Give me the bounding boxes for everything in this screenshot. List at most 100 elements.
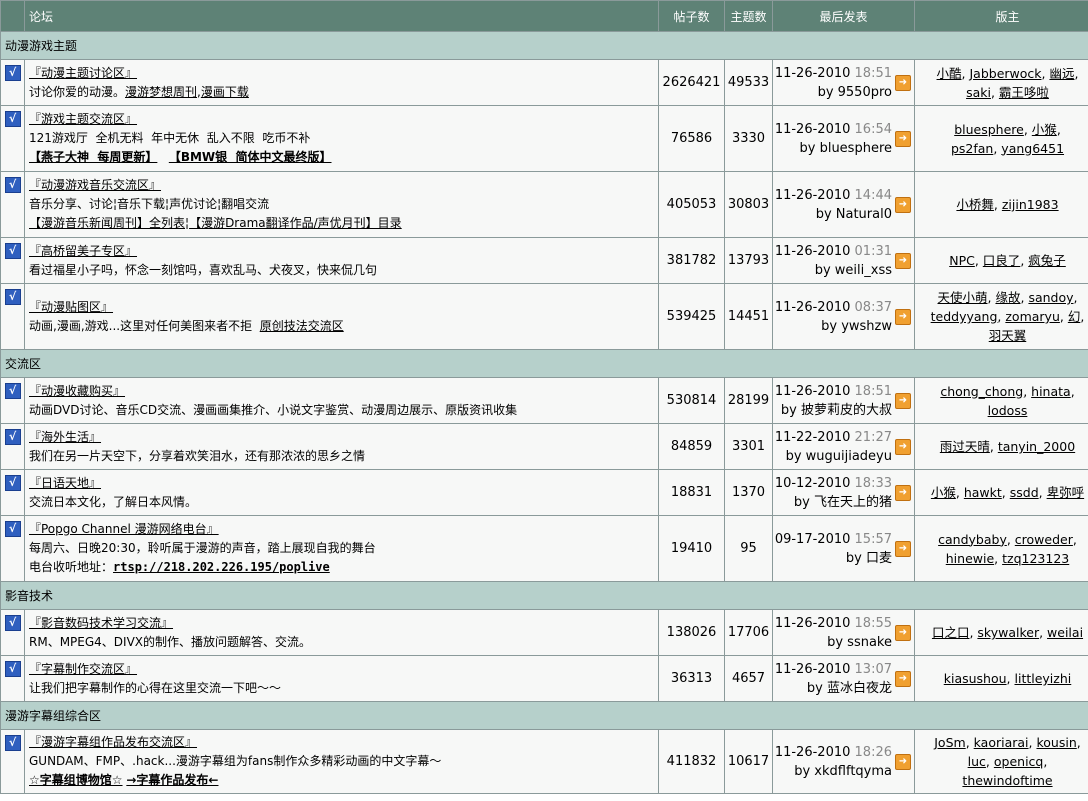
moderator-link[interactable]: 口之口: [932, 625, 970, 640]
moderator-link[interactable]: ssdd: [1010, 485, 1039, 500]
moderator-link[interactable]: littleyizhi: [1015, 671, 1072, 686]
go-to-last-post-icon[interactable]: ➜: [895, 484, 911, 501]
go-to-last-post-icon[interactable]: ➜: [895, 540, 911, 557]
forum-name-link[interactable]: 『海外生活』: [29, 430, 101, 444]
forum-name-link[interactable]: 『动漫游戏音乐交流区』: [29, 178, 161, 192]
moderator-link[interactable]: 疯兔子: [1028, 253, 1066, 268]
moderator-link[interactable]: bluesphere: [954, 122, 1024, 137]
moderator-link[interactable]: hawkt: [964, 485, 1002, 500]
forum-name-link[interactable]: 『Popgo Channel 漫游网络电台』: [29, 522, 219, 536]
moderator-link[interactable]: zomaryu: [1005, 309, 1060, 324]
go-to-last-post-icon[interactable]: ➜: [895, 392, 911, 409]
forum-name-link[interactable]: 『字幕制作交流区』: [29, 662, 137, 676]
forum-description-link[interactable]: 漫画下载: [201, 85, 249, 99]
post-count: 138026: [658, 609, 725, 656]
moderator-link[interactable]: thewindoftime: [962, 773, 1052, 788]
category-title[interactable]: 动漫游戏主题: [0, 31, 1088, 60]
moderator-link[interactable]: 卑弥呼: [1047, 485, 1085, 500]
forum-description-link[interactable]: 【漫游Drama翻译作品/声优月刊】目录: [189, 216, 402, 230]
forum-name-link[interactable]: 『日语天地』: [29, 476, 101, 490]
forum-name-link[interactable]: 『影音数码技术学习交流』: [29, 616, 173, 630]
moderator-link[interactable]: skywalker: [977, 625, 1039, 640]
moderator-link[interactable]: croweder: [1015, 532, 1073, 547]
forum-description-link[interactable]: ☆字幕组博物馆☆: [29, 773, 123, 787]
forum-name-link[interactable]: 『动漫主题讨论区』: [29, 66, 137, 80]
moderator-link[interactable]: saki: [966, 85, 991, 100]
forum-name-link[interactable]: 『漫游字幕组作品发布交流区』: [29, 735, 197, 749]
forum-name-line: 『高桥留美子专区』: [29, 242, 654, 261]
moderator-link[interactable]: lodoss: [988, 403, 1028, 418]
topic-count: 14451: [724, 283, 773, 350]
moderator-link[interactable]: sandoy: [1028, 290, 1073, 305]
go-to-last-post-icon[interactable]: ➜: [895, 74, 911, 91]
forum-name-link[interactable]: 『动漫贴图区』: [29, 300, 113, 314]
moderator-link[interactable]: hinewie: [946, 551, 994, 566]
moderator-line: bluesphere, 小猴,: [954, 121, 1061, 137]
go-to-last-post-icon[interactable]: ➜: [895, 130, 911, 147]
moderator-link[interactable]: 小猴: [1032, 122, 1057, 137]
moderator-link[interactable]: 口良了: [983, 253, 1021, 268]
forum-description-link[interactable]: 漫游梦想周刊: [125, 85, 197, 99]
last-post-date: 11-26-2010: [774, 299, 851, 315]
forum-description-link[interactable]: 【燕子大神 每周更新】: [29, 150, 157, 164]
moderator-link[interactable]: zijin1983: [1002, 197, 1059, 212]
forum-name-link[interactable]: 『高桥留美子专区』: [29, 244, 137, 258]
forum-description-link[interactable]: →字幕作品发布←: [126, 773, 218, 787]
go-to-last-post-icon[interactable]: ➜: [895, 252, 911, 269]
moderator-line: teddyyang, zomaryu, 幻,: [930, 309, 1085, 324]
moderator-link[interactable]: 霸王哆啦: [999, 85, 1049, 100]
forum-name-link[interactable]: 『动漫收藏购买』: [29, 384, 125, 398]
forum-description-link[interactable]: rtsp://218.202.226.195/poplive: [113, 560, 330, 574]
category-title[interactable]: 漫游字幕组综合区: [0, 701, 1088, 730]
moderator-link[interactable]: hinata: [1031, 384, 1071, 399]
moderator-link[interactable]: luc: [968, 754, 986, 769]
moderator-link[interactable]: kaoriarai: [974, 735, 1029, 750]
forum-name-link[interactable]: 『游戏主题交流区』: [29, 112, 137, 126]
go-to-last-post-icon[interactable]: ➜: [895, 624, 911, 641]
forum-description: 讨论你爱的动漫。漫游梦想周刊,漫画下载: [29, 83, 654, 102]
moderator-link[interactable]: weilai: [1047, 625, 1083, 640]
last-post-date: 11-26-2010: [774, 65, 851, 81]
moderator-link[interactable]: 幽远: [1049, 66, 1074, 81]
moderator-link[interactable]: ps2fan: [951, 141, 993, 156]
moderator-link[interactable]: 雨过天晴: [940, 439, 990, 454]
moderator-link[interactable]: kiasushou: [944, 671, 1007, 686]
moderator-link[interactable]: chong_chong: [940, 384, 1023, 399]
last-post-date: 11-26-2010: [774, 121, 851, 137]
moderator-link[interactable]: Jabberwock: [969, 66, 1041, 81]
go-to-last-post-icon[interactable]: ➜: [895, 753, 911, 770]
moderator-link[interactable]: 小桥舞: [956, 197, 994, 212]
category-title[interactable]: 交流区: [0, 349, 1088, 378]
forum-status-cell: √: [0, 515, 25, 582]
go-to-last-post-icon[interactable]: ➜: [895, 196, 911, 213]
moderator-link[interactable]: yang6451: [1001, 141, 1064, 156]
moderator-link[interactable]: 缘故: [995, 290, 1020, 305]
moderator-link[interactable]: 小酷: [937, 66, 962, 81]
forum-description-link[interactable]: 【BMW银 简体中文最终版】: [169, 150, 332, 164]
go-to-last-post-icon[interactable]: ➜: [895, 438, 911, 455]
header-topics: 主题数: [724, 0, 773, 32]
forum-description: 电台收听地址：rtsp://218.202.226.195/poplive: [29, 558, 654, 577]
forum-description-link[interactable]: 原创技法交流区: [260, 319, 344, 333]
moderator-line: saki, 霸王哆啦: [966, 84, 1049, 100]
last-post-datetime: 11-26-2010 18:26: [773, 743, 892, 762]
go-to-last-post-icon[interactable]: ➜: [895, 670, 911, 687]
forum-row: √ 『动漫收藏购买』 动画DVD讨论、音乐CD交流、漫画画集推介、小说文字鉴赏、动漫…: [0, 377, 1088, 424]
moderator-link[interactable]: tanyin_2000: [998, 439, 1075, 454]
moderator-link[interactable]: 幻: [1068, 309, 1081, 324]
moderator-link[interactable]: candybaby: [938, 532, 1007, 547]
moderators: 天使小萌, 缘故, sandoy, teddyyang, zomaryu, 幻,…: [914, 283, 1088, 350]
moderator-link[interactable]: NPC: [949, 253, 975, 268]
last-post: 11-22-2010 21:27 by wuguijiadeyu ➜: [772, 423, 915, 470]
moderator-link[interactable]: JoSm: [934, 735, 965, 750]
moderator-link[interactable]: 羽天翼: [989, 328, 1027, 343]
moderator-link[interactable]: openicq: [994, 754, 1043, 769]
moderator-link[interactable]: kousin: [1036, 735, 1076, 750]
moderator-link[interactable]: 天使小萌: [938, 290, 988, 305]
category-title[interactable]: 影音技术: [0, 581, 1088, 610]
forum-description-link[interactable]: 【漫游音乐新闻周刊】全列表: [29, 216, 185, 230]
moderator-link[interactable]: 小猴: [931, 485, 956, 500]
go-to-last-post-icon[interactable]: ➜: [895, 308, 911, 325]
moderator-link[interactable]: teddyyang: [931, 309, 998, 324]
moderator-link[interactable]: tzq123123: [1002, 551, 1069, 566]
